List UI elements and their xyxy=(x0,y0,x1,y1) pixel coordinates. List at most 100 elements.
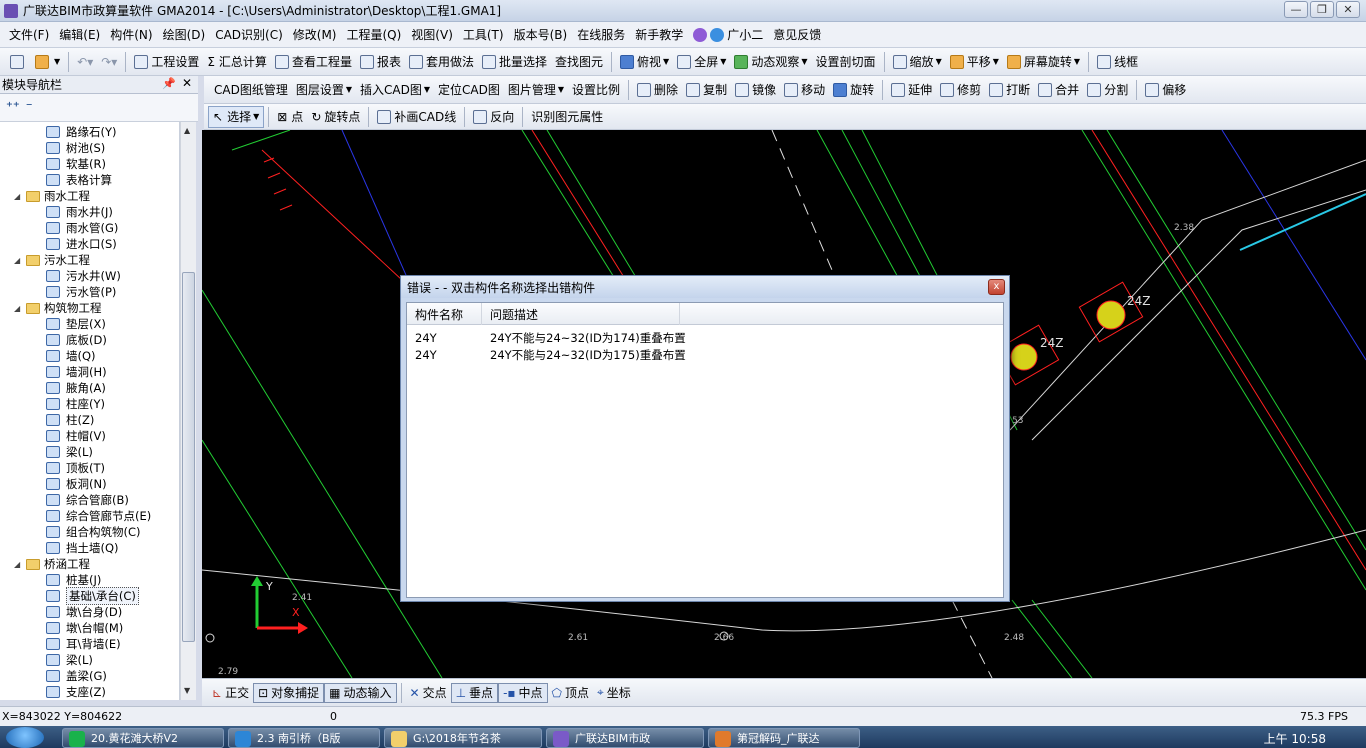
tree-scrollbar[interactable]: ▲ ▼ xyxy=(180,122,196,700)
zoom-button[interactable]: 缩放 ▼ xyxy=(889,51,946,73)
tree-item[interactable]: 柱座(Y) xyxy=(46,396,105,412)
full-screen-button[interactable]: 全屏 ▼ xyxy=(673,51,730,73)
break-button[interactable]: 打断 xyxy=(985,79,1034,101)
tree-item[interactable]: 雨水管(G) xyxy=(46,220,118,236)
tree-item[interactable]: 路缘石(Y) xyxy=(46,124,117,140)
column-component-name[interactable]: 构件名称 xyxy=(407,303,482,325)
menu-cad-recognize[interactable]: CAD识别(C) xyxy=(210,26,288,43)
copy-button[interactable]: 复制 xyxy=(682,79,731,101)
collapse-all-button[interactable]: ⁻ xyxy=(26,100,33,115)
insert-cad-button[interactable]: 插入CAD图 ▼ xyxy=(356,79,434,101)
tree-item[interactable]: 桩基(J) xyxy=(46,572,101,588)
vertex-snap[interactable]: ⬠ 顶点 xyxy=(548,683,593,703)
taskbar-item[interactable]: 广联达BIM市政 xyxy=(546,728,704,748)
menu-tutorial[interactable]: 新手教学 xyxy=(630,26,688,43)
offset-button[interactable]: 偏移 xyxy=(1141,79,1190,101)
tree-item[interactable]: 垫层(X) xyxy=(46,316,106,332)
redo-button[interactable]: ↷▾ xyxy=(97,51,121,73)
tree-item[interactable]: 墩\台帽(M) xyxy=(46,620,123,636)
tree-item[interactable]: 底板(D) xyxy=(46,332,107,348)
menu-edit[interactable]: 编辑(E) xyxy=(54,26,105,43)
menu-view[interactable]: 视图(V) xyxy=(406,26,458,43)
expand-arrow-icon[interactable]: ◢ xyxy=(14,560,23,569)
table-row[interactable]: 24Y 24Y不能与24~32(ID为175)重叠布置 xyxy=(407,346,1003,363)
menu-assistant[interactable]: 广小二 xyxy=(688,26,768,43)
tree-item[interactable]: 污水管(P) xyxy=(46,284,116,300)
tree-item[interactable]: 进水口(S) xyxy=(46,236,117,252)
pan-button[interactable]: 平移 ▼ xyxy=(946,51,1003,73)
open-file-button[interactable]: ▼ xyxy=(31,51,64,73)
tree-item[interactable]: 板洞(N) xyxy=(46,476,107,492)
rotate-point-button[interactable]: ↻ 旋转点 xyxy=(307,106,364,128)
report-button[interactable]: 报表 xyxy=(356,51,405,73)
tree-item[interactable]: 挡土墙(Q) xyxy=(46,540,119,556)
menu-feedback[interactable]: 意见反馈 xyxy=(768,26,826,43)
tree-folder[interactable]: ◢ 桥涵工程 xyxy=(14,556,90,572)
tree-item[interactable]: 雨水井(J) xyxy=(46,204,113,220)
expand-arrow-icon[interactable]: ◢ xyxy=(14,256,23,265)
tree-item[interactable]: 组合构筑物(C) xyxy=(46,524,141,540)
draw-cad-line-button[interactable]: 补画CAD线 xyxy=(373,106,460,128)
layer-settings-button[interactable]: 图层设置 ▼ xyxy=(292,79,356,101)
tree-item[interactable]: 墩\台身(D) xyxy=(46,604,122,620)
scroll-up-icon[interactable]: ▲ xyxy=(184,126,190,135)
menu-modify[interactable]: 修改(M) xyxy=(288,26,342,43)
locate-cad-button[interactable]: 定位CAD图 xyxy=(434,79,504,101)
find-element-button[interactable]: 查找图元 xyxy=(551,51,607,73)
section-plane-button[interactable]: 设置剖切面 xyxy=(812,51,880,73)
image-manage-button[interactable]: 图片管理 ▼ xyxy=(504,79,568,101)
tree-item[interactable]: 基础\承台(C) xyxy=(46,587,139,605)
apply-method-button[interactable]: 套用做法 xyxy=(405,51,478,73)
menu-quantity[interactable]: 工程量(Q) xyxy=(341,26,406,43)
menu-version[interactable]: 版本号(B) xyxy=(509,26,573,43)
tree-folder[interactable]: ◢ 雨水工程 xyxy=(14,188,90,204)
column-problem-desc[interactable]: 问题描述 xyxy=(482,303,680,325)
tree-item[interactable]: 墙(Q) xyxy=(46,348,96,364)
tree-item[interactable]: 梁(L) xyxy=(46,444,93,460)
dialog-close-button[interactable]: x xyxy=(988,279,1005,295)
expand-all-button[interactable]: ⁺⁺ xyxy=(6,100,20,115)
perpendicular-snap[interactable]: ⊥ 垂点 xyxy=(450,682,499,703)
maximize-button[interactable]: ❐ xyxy=(1310,1,1334,18)
summary-calc-button[interactable]: Σ 汇总计算 xyxy=(203,51,271,73)
tree-item[interactable]: 支座(Z) xyxy=(46,684,106,700)
tree-folder[interactable]: ◢ 污水工程 xyxy=(14,252,90,268)
tree-item[interactable]: 柱帽(V) xyxy=(46,428,106,444)
delete-button[interactable]: 删除 xyxy=(633,79,682,101)
nav-close-button[interactable]: ✕ xyxy=(182,76,192,90)
tree-folder[interactable]: ◢ 构筑物工程 xyxy=(14,300,102,316)
cad-drawing-manage-button[interactable]: CAD图纸管理 xyxy=(210,79,292,101)
tree-item[interactable]: 污水井(W) xyxy=(46,268,121,284)
scroll-thumb[interactable] xyxy=(182,272,195,642)
tree-item[interactable]: 柱(Z) xyxy=(46,412,94,428)
midpoint-snap[interactable]: -▪ 中点 xyxy=(498,682,548,703)
dynamic-input-toggle[interactable]: ▦ 动态输入 xyxy=(324,682,397,703)
tree-item[interactable]: 墙洞(H) xyxy=(46,364,107,380)
point-button[interactable]: ⊠ 点 xyxy=(273,106,307,128)
coordinate-snap[interactable]: ⌖ 坐标 xyxy=(593,683,635,703)
ortho-toggle[interactable]: ⊾ 正交 xyxy=(208,683,253,703)
minimize-button[interactable]: — xyxy=(1284,1,1308,18)
extend-button[interactable]: 延伸 xyxy=(887,79,936,101)
intersection-snap[interactable]: ✕ 交点 xyxy=(406,683,451,703)
expand-arrow-icon[interactable]: ◢ xyxy=(14,192,23,201)
reverse-button[interactable]: 反向 xyxy=(469,106,518,128)
menu-online-service[interactable]: 在线服务 xyxy=(572,26,630,43)
taskbar-item[interactable]: 20.黄花滩大桥V2 xyxy=(62,728,224,748)
tree-item[interactable]: 盖梁(G) xyxy=(46,668,107,684)
tree-item[interactable]: 耳\背墙(E) xyxy=(46,636,121,652)
tree-item[interactable]: 梁(L) xyxy=(46,652,93,668)
expand-arrow-icon[interactable]: ◢ xyxy=(14,304,23,313)
menu-component[interactable]: 构件(N) xyxy=(105,26,157,43)
table-row[interactable]: 24Y 24Y不能与24~32(ID为174)重叠布置 xyxy=(407,329,1003,346)
dynamic-view-button[interactable]: 动态观察 ▼ xyxy=(730,51,811,73)
object-snap-toggle[interactable]: ⊡ 对象捕捉 xyxy=(253,682,325,703)
mirror-button[interactable]: 镜像 xyxy=(731,79,780,101)
undo-button[interactable]: ↶▾ xyxy=(73,51,97,73)
taskbar-item[interactable]: G:\2018年节名茶 xyxy=(384,728,542,748)
tree-item[interactable]: 顶板(T) xyxy=(46,460,105,476)
project-settings-button[interactable]: 工程设置 xyxy=(130,51,203,73)
menu-file[interactable]: 文件(F) xyxy=(4,26,54,43)
top-view-button[interactable]: 俯视 ▼ xyxy=(616,51,673,73)
wireframe-button[interactable]: 线框 xyxy=(1093,51,1142,73)
